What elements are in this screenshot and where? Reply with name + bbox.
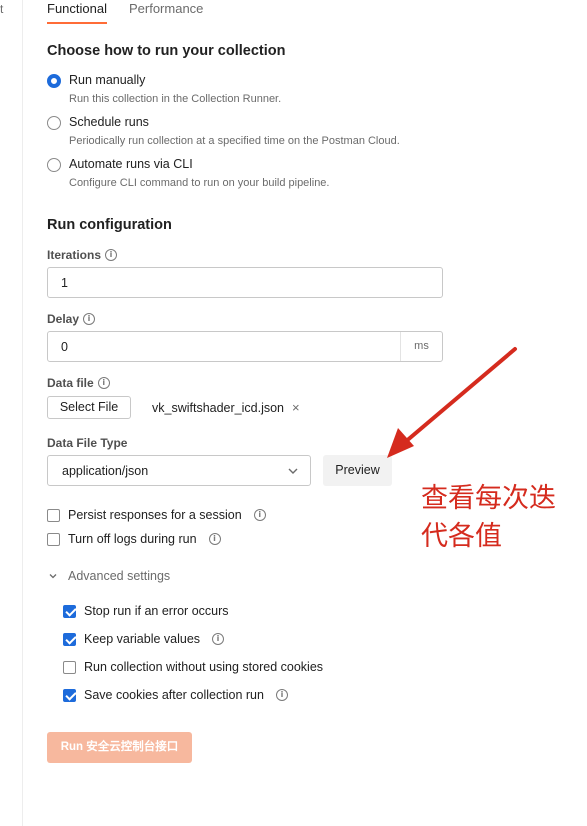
checkbox[interactable] xyxy=(63,604,76,618)
info-icon[interactable]: i xyxy=(208,533,221,545)
tab-functional[interactable]: Functional xyxy=(47,0,107,24)
radio-button[interactable] xyxy=(47,158,61,172)
selected-file: vk_swiftshader_icd.json × xyxy=(152,400,300,415)
check-no-stored-cookies[interactable]: Run collection without using stored cook… xyxy=(63,660,323,674)
chevron-down-icon xyxy=(288,468,298,474)
radio-button[interactable] xyxy=(47,74,61,88)
info-icon[interactable]: i xyxy=(275,689,288,701)
data-file-label-text: Data file xyxy=(47,376,94,390)
tab-bar: Functional Performance xyxy=(47,0,203,24)
data-file-type-select[interactable]: application/json xyxy=(47,455,311,486)
info-icon[interactable]: i xyxy=(83,313,96,325)
remove-file-icon[interactable]: × xyxy=(292,400,300,415)
left-rail: t xyxy=(0,0,23,826)
check-persist-responses[interactable]: Persist responses for a session i xyxy=(47,508,266,522)
run-config-heading: Run configuration xyxy=(47,217,172,233)
file-name-text: vk_swiftshader_icd.json xyxy=(152,400,285,415)
info-icon[interactable]: i xyxy=(253,509,266,521)
chevron-down-icon xyxy=(49,574,57,579)
checkbox[interactable] xyxy=(63,632,76,646)
annotation-text: 查看每次迭代各值 xyxy=(421,483,556,552)
radio-description: Periodically run collection at a specifi… xyxy=(69,135,400,147)
checkbox[interactable] xyxy=(63,688,76,702)
iterations-label: Iterations i xyxy=(47,248,118,262)
check-label: Save cookies after collection run xyxy=(84,688,264,702)
check-label: Keep variable values xyxy=(84,632,201,646)
check-keep-variable-values[interactable]: Keep variable values i xyxy=(63,632,225,646)
check-turn-off-logs[interactable]: Turn off logs during run i xyxy=(47,532,221,546)
data-file-type-value: application/json xyxy=(62,464,149,478)
iterations-input[interactable]: 1 xyxy=(47,267,443,298)
data-file-type-label-text: Data File Type xyxy=(47,436,128,450)
radio-description: Run this collection in the Collection Ru… xyxy=(69,93,282,105)
radio-label: Run manually xyxy=(69,73,146,87)
iterations-value: 1 xyxy=(61,276,68,290)
checkbox[interactable] xyxy=(63,660,76,674)
delay-unit: ms xyxy=(400,332,442,361)
advanced-settings-label: Advanced settings xyxy=(68,569,171,583)
radio-button[interactable] xyxy=(47,116,61,130)
info-icon[interactable]: i xyxy=(97,377,110,389)
checkbox[interactable] xyxy=(47,508,60,522)
info-icon[interactable]: i xyxy=(105,249,118,261)
check-label: Persist responses for a session xyxy=(68,508,242,522)
radio-label: Automate runs via CLI xyxy=(69,157,193,171)
run-mode-heading: Choose how to run your collection xyxy=(47,43,286,59)
delay-label-text: Delay xyxy=(47,312,80,326)
iterations-label-text: Iterations xyxy=(47,248,102,262)
delay-value: 0 xyxy=(61,340,68,354)
delay-label: Delay i xyxy=(47,312,96,326)
run-collection-button[interactable]: Run 安全云控制台接口 xyxy=(47,732,192,763)
select-file-button[interactable]: Select File xyxy=(47,396,131,419)
checkbox[interactable] xyxy=(47,532,60,546)
advanced-settings-toggle[interactable]: Advanced settings xyxy=(48,569,170,583)
tab-performance[interactable]: Performance xyxy=(129,0,203,24)
preview-button[interactable]: Preview xyxy=(323,455,392,486)
check-stop-on-error[interactable]: Stop run if an error occurs xyxy=(63,604,229,618)
delay-input[interactable]: 0 ms xyxy=(47,331,443,362)
left-rail-fragment: t xyxy=(0,2,4,16)
check-label: Run collection without using stored cook… xyxy=(84,660,324,674)
info-icon[interactable]: i xyxy=(212,633,225,645)
radio-description: Configure CLI command to run on your bui… xyxy=(69,177,330,189)
check-save-cookies[interactable]: Save cookies after collection run i xyxy=(63,688,288,702)
check-label: Stop run if an error occurs xyxy=(84,604,229,618)
data-file-type-label: Data File Type xyxy=(47,436,127,450)
check-label: Turn off logs during run xyxy=(68,532,197,546)
data-file-label: Data file i xyxy=(47,376,110,390)
radio-label: Schedule runs xyxy=(69,115,149,129)
